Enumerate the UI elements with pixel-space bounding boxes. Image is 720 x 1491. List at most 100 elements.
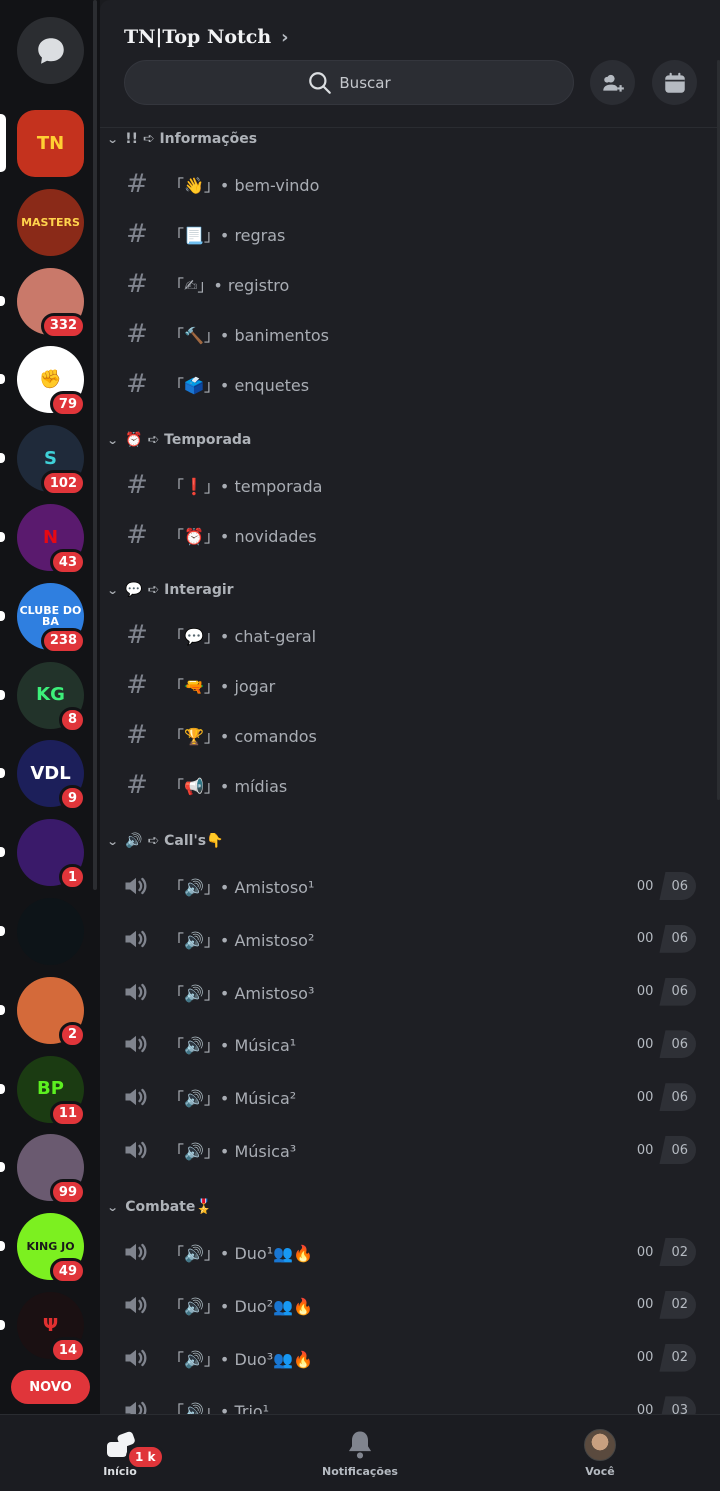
server-icon-fist[interactable]: ✊ 79	[17, 346, 86, 418]
text-channel[interactable]: # 「❗」• temporada	[100, 462, 720, 508]
server-icon-tn[interactable]: TN	[17, 110, 84, 177]
speaker-icon	[125, 1296, 147, 1313]
category-header[interactable]: ⌄ 🔊 ➪ Call's👇	[107, 830, 224, 852]
hashtag-icon: #	[126, 770, 148, 800]
voice-user-count: 00 06	[637, 1136, 696, 1164]
text-channel[interactable]: # 「✍」• registro	[100, 261, 720, 307]
text-channel[interactable]: # 「👋」• bem-vindo	[100, 161, 720, 207]
chat-bubble-icon	[37, 37, 64, 64]
server-icon-kgen[interactable]: KG 8	[17, 661, 86, 733]
category-header[interactable]: ⌄ !! ➪ Informações	[107, 128, 257, 150]
unread-badge: 8	[58, 706, 86, 733]
voice-user-count: 00 03	[637, 1396, 696, 1414]
voice-channel[interactable]: 「🔊」• Amistoso³ 00 06	[100, 969, 720, 1015]
server-icon-bp[interactable]: BP 11	[17, 1055, 86, 1127]
invite-members-button[interactable]	[590, 60, 635, 105]
voice-channel[interactable]: 「🔊」• Duo³👥🔥 00 02	[100, 1335, 720, 1381]
unread-badge: 99	[49, 1179, 86, 1206]
events-button[interactable]	[652, 60, 697, 105]
text-channel[interactable]: # 「💬」• chat-geral	[100, 612, 720, 658]
user-limit: 06	[659, 924, 696, 953]
connected-count: 00	[636, 1402, 654, 1414]
server-icon-text: VDL	[30, 762, 71, 784]
text-channel[interactable]: # 「📃」• regras	[100, 211, 720, 257]
server-icon-vdl[interactable]: VDL 9	[17, 740, 86, 812]
user-limit: 06	[659, 1083, 696, 1112]
text-channel[interactable]: # 「📢」• mídias	[100, 762, 720, 808]
server-icon-netflix[interactable]: N 43	[17, 504, 86, 575]
unread-indicator	[0, 610, 5, 621]
channel-name: 「🔊」• Amistoso²	[168, 930, 315, 950]
speaker-icon	[125, 1089, 147, 1106]
server-icon-cyan[interactable]: S 102	[17, 425, 86, 497]
server-icon-trident[interactable]: Ψ 14	[17, 1292, 86, 1363]
search-button[interactable]: Buscar	[124, 60, 574, 105]
rail-scrollbar[interactable]	[93, 0, 97, 890]
unread-badge: 11	[49, 1100, 86, 1127]
connected-count: 00	[636, 1089, 654, 1105]
server-icon-wing[interactable]	[17, 898, 84, 965]
speaker-icon	[125, 1141, 147, 1159]
unread-badge: 9	[58, 785, 86, 812]
direct-messages-button[interactable]	[17, 17, 84, 84]
server-icon-neon[interactable]: 1	[17, 819, 86, 891]
unread-indicator	[0, 1241, 5, 1252]
voice-channel[interactable]: 「🔊」• Música² 00 06	[100, 1074, 720, 1120]
server-header[interactable]: TN|Top Notch ›	[124, 26, 289, 48]
category-header[interactable]: ⌄ 💬 ➪ Interagir	[107, 579, 234, 601]
channel-name: 「🔊」• Música¹	[168, 1036, 297, 1056]
text-channel[interactable]: # 「🔫」• jogar	[100, 662, 720, 708]
hashtag-icon: #	[126, 620, 148, 650]
text-channel[interactable]: # 「🗳️」• enquetes	[100, 361, 720, 407]
server-icon-text: KING JO	[26, 1240, 75, 1254]
voice-channel[interactable]: 「🔊」• Amistoso¹ 00 06	[100, 863, 720, 909]
channel-name: 「⏰」• novidades	[168, 527, 317, 546]
server-icon-kingjo[interactable]: KING JO 49	[17, 1213, 86, 1285]
server-icon-masters[interactable]: MASTERS	[17, 188, 84, 256]
new-badge[interactable]: NOVO	[11, 1370, 90, 1404]
unread-indicator	[0, 374, 5, 385]
channel-name: 「🔊」• Música²	[168, 1089, 297, 1109]
server-icon-anime[interactable]: 332	[17, 267, 86, 339]
connected-count: 00	[636, 1244, 654, 1260]
user-limit: 06	[659, 872, 696, 900]
category-header[interactable]: ⌄ ⏰ ➪ Temporada	[106, 429, 252, 451]
category-header[interactable]: ⌄ Combate🎖️	[106, 1196, 213, 1218]
channel-name: 「🔊」• Música³	[168, 1142, 297, 1161]
speaker-icon	[125, 877, 147, 895]
voice-channel[interactable]: 「🔊」• Trio¹ 00 03	[100, 1387, 720, 1414]
add-user-icon	[602, 74, 624, 92]
server-icon-robot[interactable]: 2	[17, 976, 86, 1048]
server-icon-photo[interactable]: 99	[17, 1134, 86, 1206]
speaker-icon	[125, 1402, 147, 1414]
channel-name: 「🔊」• Amistoso³	[168, 983, 315, 1003]
connected-count: 00	[636, 1350, 654, 1366]
tab-notifications[interactable]: Notificações	[310, 1415, 410, 1491]
voice-user-count: 00 06	[637, 977, 696, 1006]
server-icon-clube[interactable]: CLUBE DO BA 238	[17, 582, 86, 654]
voice-channel[interactable]: 「🔊」• Duo¹👥🔥 00 02	[100, 1229, 720, 1275]
text-channel[interactable]: # 「🏆」• comandos	[100, 712, 720, 758]
user-limit: 02	[659, 1290, 696, 1319]
unread-indicator	[0, 689, 5, 700]
user-limit: 03	[659, 1396, 696, 1414]
text-channel[interactable]: # 「⏰」• novidades	[100, 512, 720, 558]
tab-you[interactable]: Você	[560, 1415, 640, 1491]
server-rail: TN MASTERS 332 ✊ 79 S 102 N 43 CLUBE DO BA 238 KG 8 V…	[0, 0, 100, 1414]
voice-channel[interactable]: 「🔊」• Amistoso² 00 06	[100, 916, 720, 962]
connected-count: 00	[636, 1297, 654, 1313]
unread-badge: 102	[40, 470, 86, 497]
voice-channel[interactable]: 「🔊」• Música³ 00 06	[100, 1127, 720, 1173]
channel-name: 「👋」• bem-vindo	[168, 176, 320, 195]
voice-channel[interactable]: 「🔊」• Música¹ 00 06	[100, 1021, 720, 1067]
tab-you-label: Você	[585, 1465, 615, 1478]
text-channel[interactable]: # 「🔨」• banimentos	[100, 311, 720, 357]
channel-name: 「🔊」• Duo¹👥🔥	[168, 1244, 313, 1263]
unread-badge: 49	[49, 1258, 86, 1285]
category-label: Combate🎖️	[125, 1199, 213, 1215]
voice-user-count: 00 06	[637, 872, 696, 900]
chevron-down-icon: ⌄	[106, 433, 119, 447]
voice-channel[interactable]: 「🔊」• Duo²👥🔥 00 02	[100, 1282, 720, 1328]
hashtag-icon: #	[126, 520, 148, 550]
chevron-down-icon: ⌄	[106, 1200, 119, 1214]
